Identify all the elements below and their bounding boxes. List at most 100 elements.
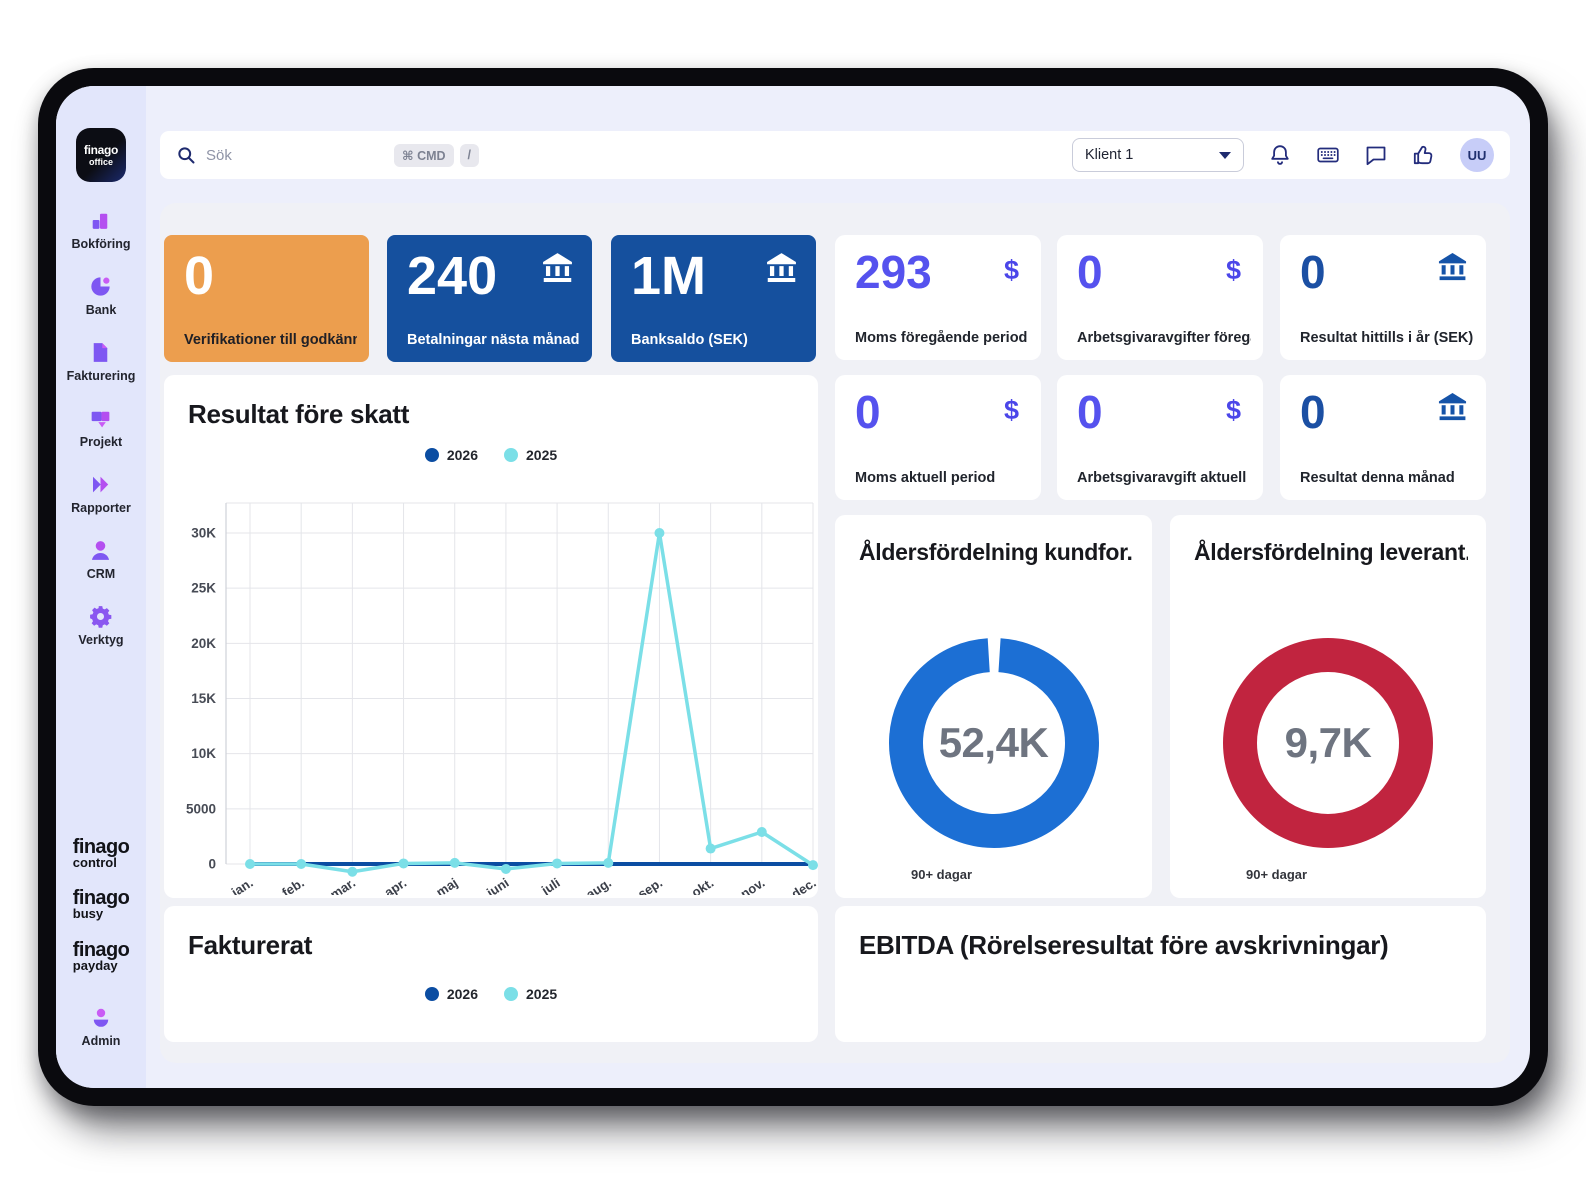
svg-text:20K: 20K xyxy=(191,636,216,651)
person-icon xyxy=(92,541,110,560)
legend-item-2026[interactable]: 2026 xyxy=(424,447,478,463)
chat-icon[interactable] xyxy=(1364,143,1388,167)
kpi-card-betalningar[interactable]: 240 Betalningar nästa månad xyxy=(387,235,592,362)
chart-title: Fakturerat xyxy=(188,930,313,960)
finago-office-logo[interactable]: finago office xyxy=(76,128,126,182)
chart-card-fakturerat: Fakturerat 2026 2025 xyxy=(164,906,818,1042)
kpi-card-arbetsgivaravgift-aktuell[interactable]: 0 $ Arbetsgivaravgift aktuell pe... xyxy=(1057,375,1263,500)
kpi-card-banksaldo[interactable]: 1M Banksaldo (SEK) xyxy=(611,235,816,362)
app-window: finago office Bokföring Bank Fakturering… xyxy=(56,86,1530,1088)
bar-chart-icon xyxy=(93,213,108,229)
chart-title: Åldersfördelning leverant... xyxy=(1194,539,1468,565)
legend-dot xyxy=(424,987,439,1001)
donut-slice-label: 90+ dagar xyxy=(1246,867,1308,882)
device-frame: finago office Bokföring Bank Fakturering… xyxy=(38,68,1548,1106)
kpi-card-resultat-hittills[interactable]: 0 Resultat hittills i år (SEK) xyxy=(1280,235,1486,360)
legend-item-2026[interactable]: 2026 xyxy=(424,986,478,1002)
sidebar-item-crm[interactable]: CRM xyxy=(67,538,136,581)
kpi-card-resultat-denna-manad[interactable]: 0 Resultat denna månad xyxy=(1280,375,1486,500)
sidebar-item-label: Fakturering xyxy=(66,369,136,383)
sidebar-item-fakturering[interactable]: Fakturering xyxy=(66,340,136,383)
topbar: ⌘ CMD / Klient 1 UU xyxy=(160,131,1510,179)
svg-text:25K: 25K xyxy=(191,581,216,596)
legend-item-2025[interactable]: 2025 xyxy=(504,447,557,463)
kpi-label: Betalningar nästa månad xyxy=(407,332,580,348)
topbar-actions: Klient 1 UU xyxy=(1072,138,1494,172)
brand-finago-payday[interactable]: finago payday xyxy=(73,940,130,972)
kpi-label: Banksaldo (SEK) xyxy=(631,332,748,348)
bank-icon xyxy=(1437,391,1468,427)
sidebar-item-projekt[interactable]: Projekt xyxy=(67,406,136,449)
admin-person-icon xyxy=(93,1008,109,1027)
svg-text:juni: juni xyxy=(483,875,511,895)
thumbs-up-icon[interactable] xyxy=(1412,143,1436,167)
sidebar-item-label: Bokföring xyxy=(71,237,131,251)
brand-finago-busy[interactable]: finago busy xyxy=(73,888,130,920)
kpi-card-verifikationer[interactable]: 0 Verifikationer till godkänning xyxy=(164,235,369,362)
search-icon xyxy=(178,147,195,164)
page-background: finago office Bokföring Bank Fakturering… xyxy=(0,0,1586,1200)
donut-chart-suppliers: 9,7K xyxy=(1222,637,1434,849)
sidebar-item-rapporter[interactable]: Rapporter xyxy=(67,472,136,515)
kpi-value: 0 xyxy=(184,246,215,306)
logo-word: finago xyxy=(83,142,119,157)
dollar-icon: $ xyxy=(1225,395,1241,425)
kpi-label: Arbetsgivaravgift aktuell pe... xyxy=(1077,470,1251,486)
bank-icon xyxy=(1437,251,1468,287)
chart-card-resultat-fore-skatt: Resultat före skatt 2026 2025 0 5000 10K 15… xyxy=(164,375,818,898)
kpi-label: Moms föregående period (SEK) xyxy=(855,330,1029,346)
chart-card-ebitda: EBITDA (Rörelseresultat före avskrivning… xyxy=(835,906,1486,1042)
sidebar-brands: finago control finago busy finago payday xyxy=(73,837,130,972)
donut-slice-label: 90+ dagar xyxy=(911,867,973,882)
kpi-card-moms-aktuell[interactable]: 0 $ Moms aktuell period xyxy=(835,375,1041,500)
legend-dot xyxy=(504,448,518,462)
search-input[interactable] xyxy=(204,145,334,165)
sidebar-item-admin[interactable]: Admin xyxy=(81,1006,121,1048)
svg-text:okt.: okt. xyxy=(689,875,717,895)
dashboard-content: 0 Verifikationer till godkänning 240 Bet… xyxy=(160,203,1510,1063)
sidebar-item-bokforing[interactable]: Bokföring xyxy=(67,208,136,251)
kpi-label: Resultat hittills i år (SEK) xyxy=(1300,330,1474,346)
kpi-label: Resultat denna månad xyxy=(1300,470,1455,486)
kpi-label: Verifikationer till godkänning xyxy=(184,332,357,348)
sidebar-item-label: Admin xyxy=(81,1034,121,1048)
sidebar-item-verktyg[interactable]: Verktyg xyxy=(67,604,136,647)
chart-title: EBITDA (Rörelseresultat före avskrivning… xyxy=(859,930,1389,960)
fast-forward-icon xyxy=(93,476,109,493)
kpi-card-moms-foregaende[interactable]: 293 $ Moms föregående period (SEK) xyxy=(835,235,1041,360)
client-selector[interactable]: Klient 1 xyxy=(1072,138,1244,172)
legend-item-2025[interactable]: 2025 xyxy=(504,986,557,1002)
keyboard-shortcut-chips: ⌘ CMD / xyxy=(394,143,480,167)
sidebar-item-label: Rapporter xyxy=(71,501,131,515)
kpi-value: 0 xyxy=(1300,386,1326,438)
kpi-value: 0 xyxy=(1300,246,1326,298)
kpi-value: 0 xyxy=(1077,386,1103,438)
donut-chart-customers: 52,4K xyxy=(888,637,1100,849)
bank-icon xyxy=(765,251,798,289)
kpi-value: 0 xyxy=(855,386,881,438)
legend-dot xyxy=(504,987,518,1001)
pie-icon xyxy=(91,277,111,296)
sidebar-item-label: Bank xyxy=(85,303,117,317)
dollar-icon: $ xyxy=(1225,255,1241,285)
svg-text:30K: 30K xyxy=(191,526,216,541)
kpi-label: Arbetsgivaravgifter föregå... xyxy=(1077,330,1251,346)
chart-card-aldersfordelning-leverantorsskulder: Åldersfördelning leverant... 9,7K 90+ da… xyxy=(1170,515,1486,898)
svg-text:dec.: dec. xyxy=(789,875,818,895)
notifications-bell-icon[interactable] xyxy=(1268,143,1292,167)
client-selector-value: Klient 1 xyxy=(1085,147,1134,163)
user-avatar[interactable]: UU xyxy=(1460,138,1494,172)
brand-finago-control[interactable]: finago control xyxy=(73,837,130,869)
svg-text:maj: maj xyxy=(433,875,460,895)
svg-text:aug.: aug. xyxy=(583,875,614,895)
logo-sub: office xyxy=(88,156,113,167)
svg-text:juli: juli xyxy=(538,875,563,895)
svg-text:mar.: mar. xyxy=(327,875,358,895)
kpi-value: 240 xyxy=(407,246,498,306)
kpi-card-arbetsgivaravgifter-foregaende[interactable]: 0 $ Arbetsgivaravgifter föregå... xyxy=(1057,235,1263,360)
dollar-icon: $ xyxy=(1003,255,1019,285)
sidebar-item-bank[interactable]: Bank xyxy=(67,274,136,317)
keyboard-icon[interactable] xyxy=(1316,143,1340,167)
svg-text:5000: 5000 xyxy=(186,801,216,816)
gear-icon xyxy=(90,606,112,628)
